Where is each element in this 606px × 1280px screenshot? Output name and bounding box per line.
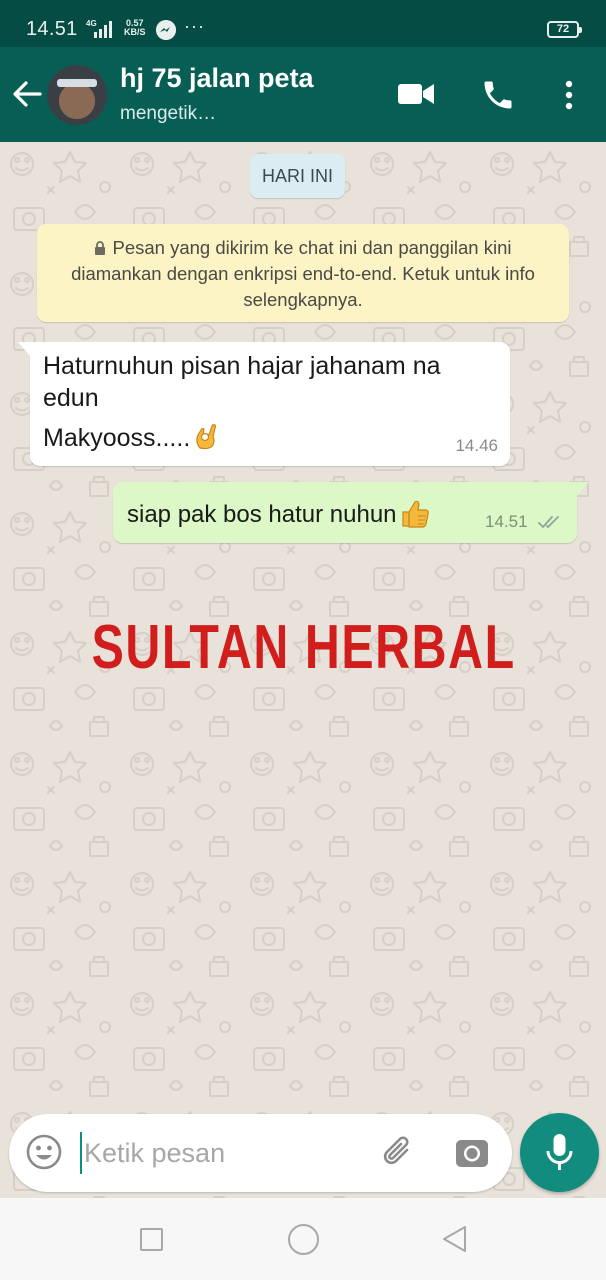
system-nav-bar [0,1198,606,1280]
message-text: siap pak bos hatur nuhun [127,496,431,530]
status-time: 14.51 [26,18,78,40]
signal-icon [94,21,112,38]
avatar[interactable] [47,65,107,125]
phone-icon[interactable] [480,77,516,113]
status-bar: 14.51 4G 0.57 KB/S ··· 72 [0,0,606,47]
double-check-icon [538,516,559,528]
network-speed: 0.57 KB/S [124,19,146,37]
message-time: 14.46 [455,436,498,455]
contact-name[interactable]: hj 75 jalan peta [120,63,314,94]
lock-icon [95,241,106,255]
network-speed-unit: KB/S [124,27,146,37]
message-text-line: Makyooss..... [43,422,222,453]
message-text-line: Haturnuhun pisan hajar jahanam na [43,352,441,380]
smiley-icon[interactable] [25,1133,63,1171]
paperclip-icon[interactable] [379,1132,419,1172]
ok-hand-emoji-icon [196,424,217,450]
contact-status: mengetik… [120,103,217,124]
encryption-notice-text: Pesan yang dikirim ke chat ini dan pangg… [71,237,535,310]
more-notifications-icon: ··· [184,16,205,36]
message-composer [9,1114,512,1192]
overlay-watermark-text: SULTAN HERBAL [91,613,516,682]
microphone-button[interactable] [520,1113,599,1192]
message-text-content: siap pak bos hatur nuhun [127,501,397,528]
messenger-icon [156,20,176,40]
date-chip: HARI INI [250,154,346,198]
message-text-line: edun [43,384,99,412]
chat-area[interactable]: HARI INI Pesan yang dikirim ke chat ini … [0,142,606,1198]
home-icon[interactable] [288,1224,319,1255]
thumbs-up-emoji-icon [401,500,429,528]
message-incoming[interactable]: Haturnuhun pisan hajar jahanam na edun M… [18,342,510,466]
video-call-icon[interactable] [396,79,436,109]
encryption-notice[interactable]: Pesan yang dikirim ke chat ini dan pangg… [37,224,569,322]
message-input[interactable] [80,1132,370,1174]
back-triangle-icon[interactable] [440,1224,468,1254]
arrow-left-icon[interactable] [10,77,44,111]
chat-header: hj 75 jalan peta mengetik… [0,47,606,142]
message-text-line-3: Makyooss..... [43,424,191,452]
more-vertical-icon[interactable] [558,77,580,113]
recents-icon[interactable] [140,1228,163,1251]
avatar-glasses [57,79,97,87]
battery-icon: 72 [547,21,582,38]
message-time: 14.51 [485,512,528,531]
camera-icon[interactable] [454,1135,490,1171]
message-outgoing[interactable]: siap pak bos hatur nuhun 14.51 [113,482,589,543]
microphone-icon [546,1134,573,1170]
